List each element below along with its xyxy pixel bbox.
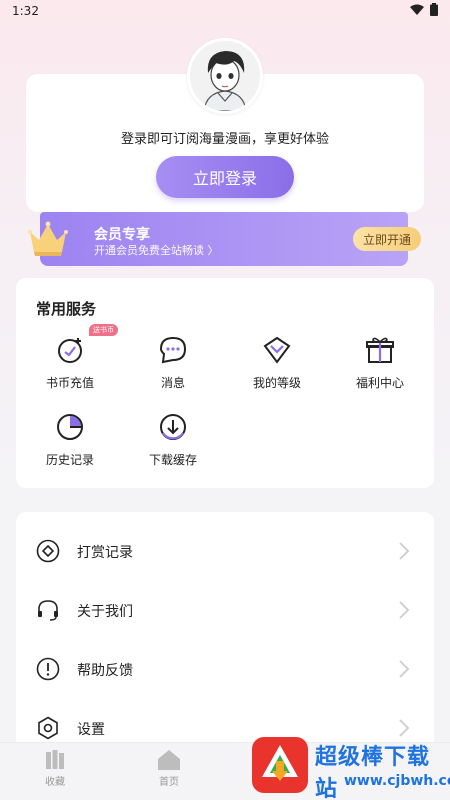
- headset-icon: [38, 600, 58, 621]
- bookshelf-icon: [46, 750, 64, 769]
- vip-open-button[interactable]: 立即开通: [353, 227, 421, 251]
- nav-label: 收藏: [45, 777, 65, 788]
- service-label: 福利中心: [355, 376, 404, 390]
- menu-item-about-us[interactable]: 关于我们: [16, 581, 434, 639]
- service-label: 我的等级: [252, 376, 301, 390]
- service-label: 下载缓存: [148, 453, 197, 467]
- status-time: 1:32: [12, 4, 39, 18]
- nav-item-bookshelf[interactable]: 收藏: [25, 749, 85, 788]
- service-label: 书币充值: [45, 376, 94, 390]
- nav-label: 首页: [159, 777, 179, 788]
- menu-item-label: 打赏记录: [77, 545, 133, 561]
- vip-subtitle: 开通会员免费全站畅读 〉: [94, 244, 219, 257]
- watermark-text: 超级棒下载站: [315, 745, 431, 800]
- help-icon: [36, 657, 60, 681]
- service-badge: 送书币: [89, 324, 118, 336]
- login-button[interactable]: 立即登录: [156, 156, 294, 198]
- history-icon: [57, 414, 83, 440]
- avatar-image: [190, 41, 260, 111]
- service-welfare-center[interactable]: 福利中心: [335, 334, 425, 391]
- watermark-url: www.cjbwh.com: [344, 773, 450, 789]
- menu-item-label: 帮助反馈: [77, 663, 133, 679]
- menu-item-reward-records[interactable]: 打赏记录: [16, 522, 434, 580]
- service-download-cache[interactable]: 下载缓存: [128, 411, 218, 468]
- gift-icon: [366, 337, 394, 363]
- menu-item-label: 关于我们: [77, 604, 133, 620]
- services-title: 常用服务: [36, 300, 97, 318]
- service-coin-recharge[interactable]: 书币充值: [25, 334, 115, 391]
- nav-item-home[interactable]: 首页: [139, 749, 199, 788]
- crown-icon: [28, 221, 68, 256]
- service-label: 历史记录: [45, 453, 94, 467]
- avatar[interactable]: [187, 38, 263, 114]
- chevron-right-icon: [399, 542, 410, 560]
- message-icon: [159, 336, 187, 364]
- reward-icon: [36, 539, 60, 563]
- download-icon: [160, 414, 186, 440]
- watermark: 超级棒下载站 www.cjbwh.com: [250, 733, 450, 800]
- menu-item-help-feedback[interactable]: 帮助反馈: [16, 640, 434, 698]
- home-icon: [158, 750, 180, 770]
- battery-icon: [430, 3, 438, 16]
- wifi-icon: [410, 4, 424, 15]
- chevron-right-icon: [399, 660, 410, 678]
- service-message[interactable]: 消息: [128, 334, 218, 391]
- watermark-logo-icon: [252, 737, 308, 793]
- level-diamond-icon: [263, 336, 291, 364]
- service-my-level[interactable]: 我的等级: [232, 334, 322, 391]
- coin-recharge-icon: [58, 338, 82, 363]
- vip-title: 会员专享: [94, 227, 150, 243]
- service-history[interactable]: 历史记录: [25, 411, 115, 468]
- status-bar: 1:32: [0, 0, 450, 24]
- menu-item-label: 设置: [77, 722, 105, 738]
- chevron-right-icon: [399, 601, 410, 619]
- service-label: 消息: [160, 376, 185, 390]
- status-icons: [410, 3, 438, 16]
- login-tip: 登录即可订阅海量漫画，享更好体验: [120, 132, 329, 147]
- settings-icon: [38, 716, 58, 740]
